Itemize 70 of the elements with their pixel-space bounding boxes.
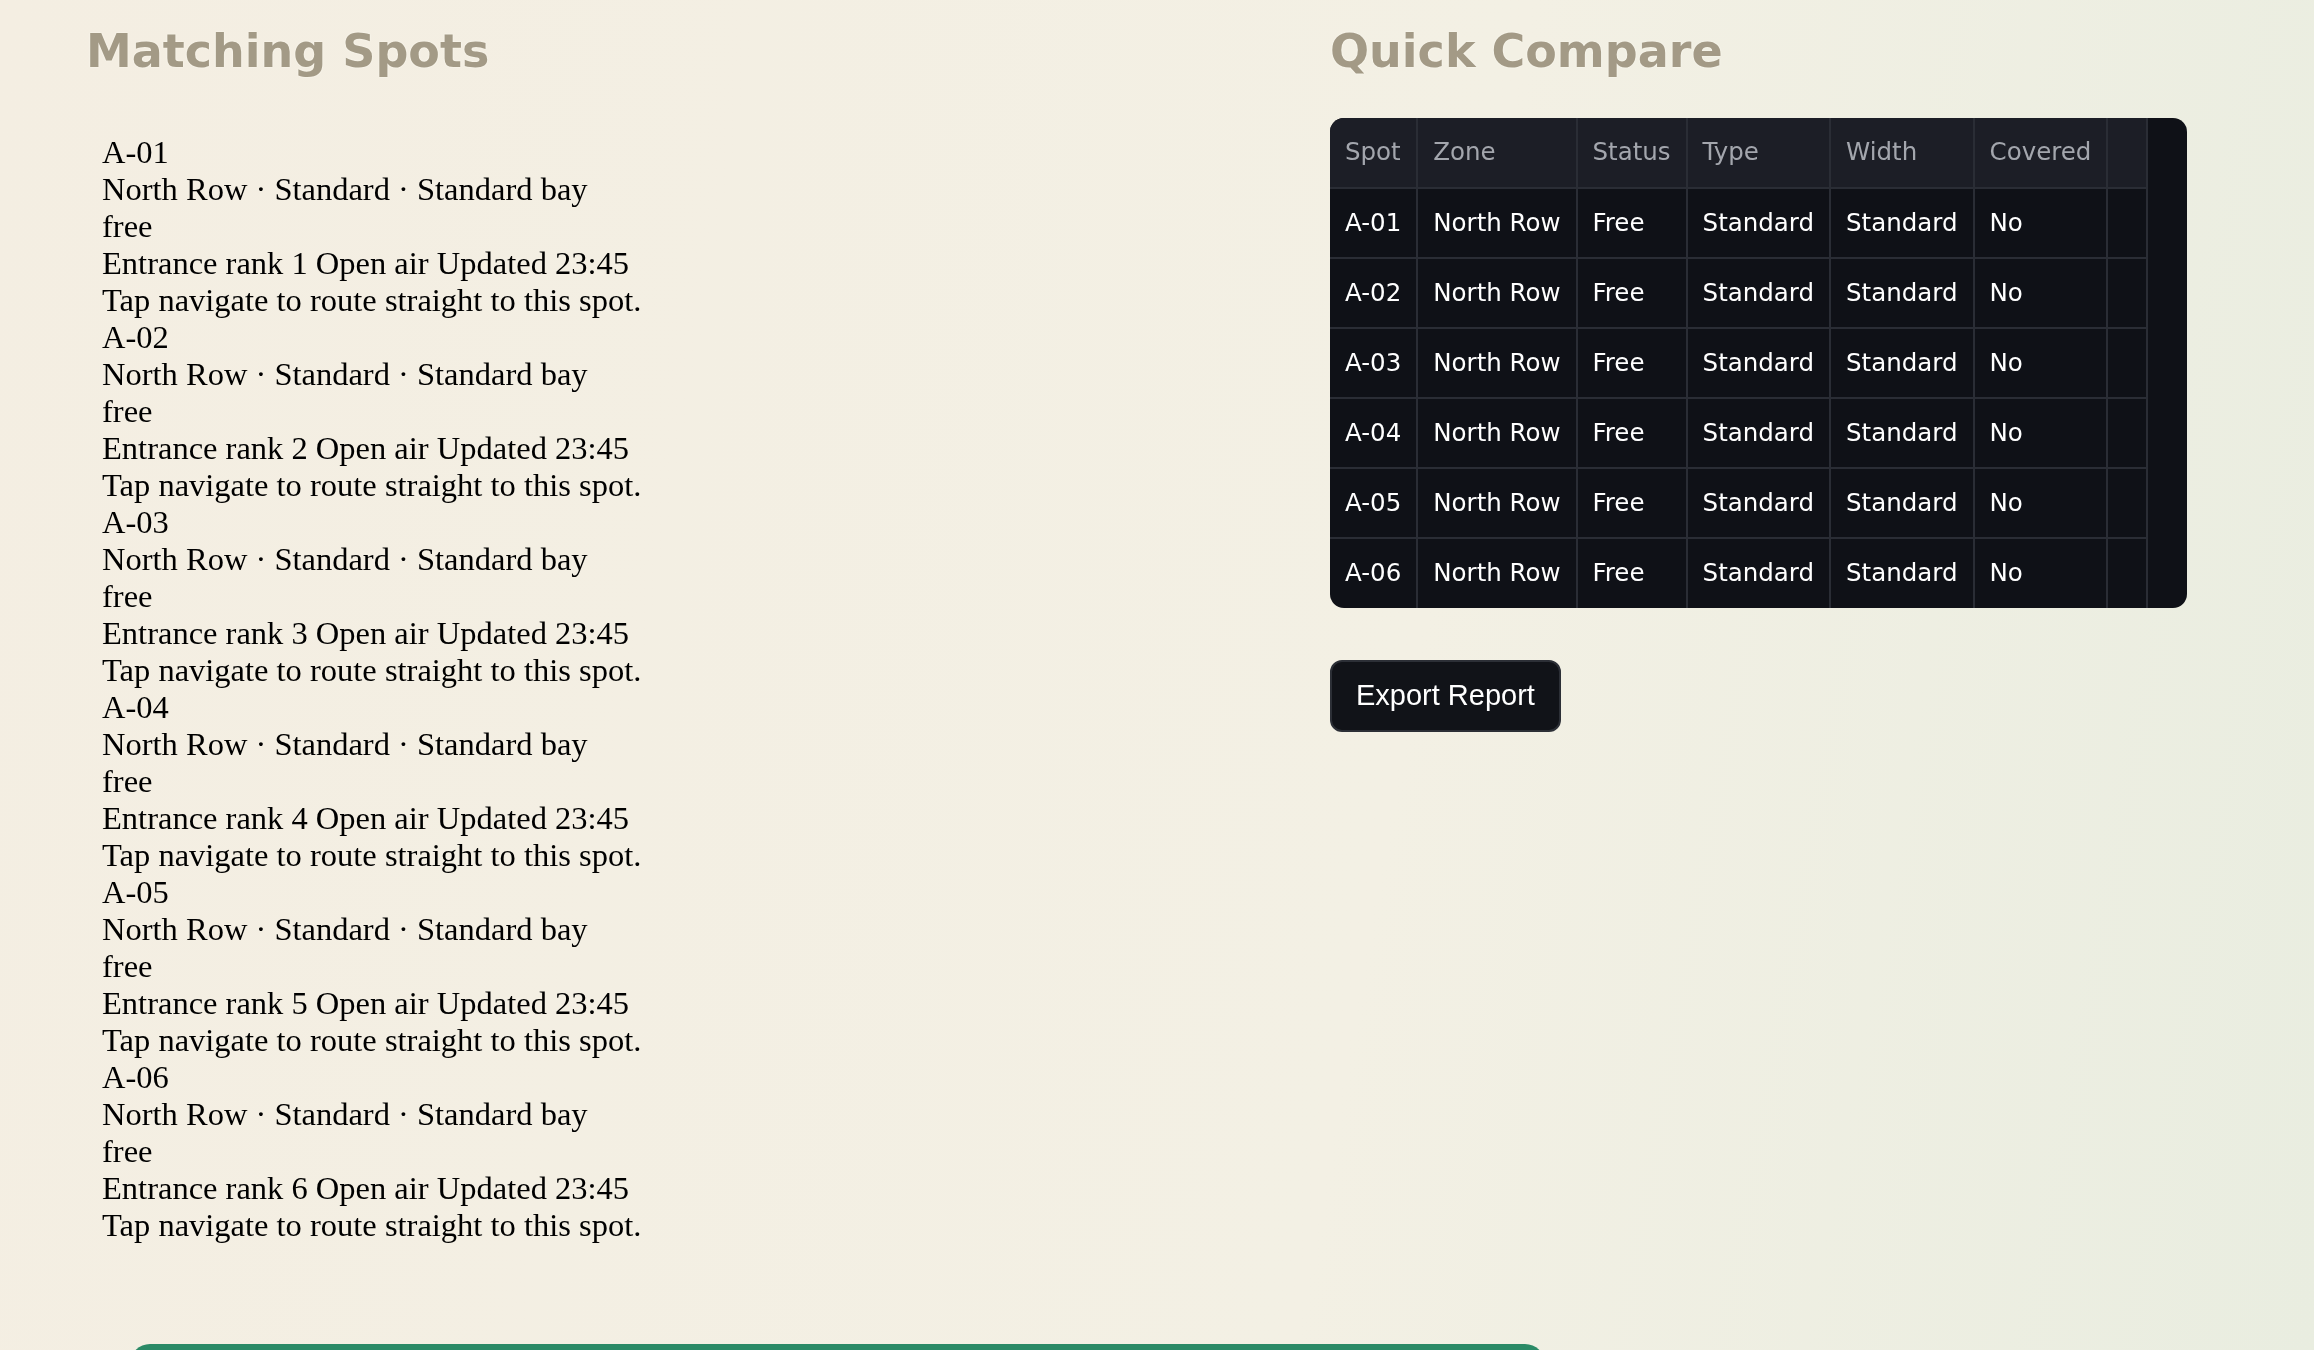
spot-details: North Row · Standard · Standard bay (102, 171, 588, 208)
section-title: Quick Compare (1330, 23, 1724, 80)
table-cell: A-06 (1330, 538, 1418, 608)
table-cell: No (1973, 188, 2108, 258)
table-cell: A-05 (1330, 468, 1418, 538)
table-cell: Standard (1830, 398, 1974, 468)
spot-id: A-04 (102, 689, 169, 726)
spot-details: North Row · Standard · Standard bay (102, 1096, 588, 1133)
table-cell: No (1973, 468, 2108, 538)
table-cell: North Row (1417, 328, 1577, 398)
table-cell: Standard (1686, 328, 1831, 398)
column-header: Width (1830, 118, 1974, 188)
spot-id: A-06 (102, 1059, 169, 1096)
spot-status: free (102, 578, 153, 615)
column-header: Zone (1417, 118, 1577, 188)
spot-id: A-05 (102, 874, 169, 911)
table-cell: No (1973, 398, 2108, 468)
table-cell: Free (1576, 398, 1687, 468)
table-cell: Standard (1686, 258, 1831, 328)
table-cell: Free (1576, 258, 1687, 328)
table-cell: Free (1576, 188, 1687, 258)
table-cell: North Row (1417, 258, 1577, 328)
spot-hint: Tap navigate to route straight to this spot. (102, 282, 642, 319)
spot-status: free (102, 208, 153, 245)
table-cell: Free (1576, 328, 1687, 398)
export-report-button[interactable]: Export Report (1330, 660, 1561, 732)
table-cell: A-01 (1330, 188, 1418, 258)
spot-hint: Tap navigate to route straight to this spot. (102, 1022, 642, 1059)
spot-id: A-01 (102, 134, 169, 171)
table-cell: Free (1576, 468, 1687, 538)
spot-details: North Row · Standard · Standard bay (102, 911, 588, 948)
spot-status: free (102, 948, 153, 985)
column-header: Status (1576, 118, 1687, 188)
table-cell: No (1973, 258, 2108, 328)
table-cell: North Row (1417, 188, 1577, 258)
spot-id: A-03 (102, 504, 169, 541)
table-cell: A-04 (1330, 398, 1418, 468)
table-cell: A-03 (1330, 328, 1418, 398)
spot-info: Entrance rank 1 Open air Updated 23:45 (102, 245, 630, 282)
column-header: Covered (1973, 118, 2108, 188)
table-cell: Standard (1830, 188, 1974, 258)
table-cell: Standard (1830, 468, 1974, 538)
table-cell: Standard (1686, 188, 1831, 258)
section-title: Matching Spots (86, 23, 491, 80)
table-cell: Standard (1830, 328, 1974, 398)
spot-status: free (102, 763, 153, 800)
table-cell: Standard (1686, 468, 1831, 538)
table-cell: A-02 (1330, 258, 1418, 328)
spot-info: Entrance rank 4 Open air Updated 23:45 (102, 800, 630, 837)
table-cell: Standard (1830, 258, 1974, 328)
column-header: Type (1686, 118, 1831, 188)
table-cell: No (1973, 328, 2108, 398)
spot-status: free (102, 1133, 153, 1170)
spot-hint: Tap navigate to route straight to this spot. (102, 837, 642, 874)
spot-details: North Row · Standard · Standard bay (102, 541, 588, 578)
spot-info: Entrance rank 2 Open air Updated 23:45 (102, 430, 630, 467)
table-cell: North Row (1417, 468, 1577, 538)
spot-details: North Row · Standard · Standard bay (102, 356, 588, 393)
spot-status: free (102, 393, 153, 430)
spot-hint: Tap navigate to route straight to this spot. (102, 467, 642, 504)
spot-hint: Tap navigate to route straight to this spot. (102, 1207, 642, 1244)
spot-info: Entrance rank 3 Open air Updated 23:45 (102, 615, 630, 652)
spot-info: Entrance rank 6 Open air Updated 23:45 (102, 1170, 630, 1207)
spot-details: North Row · Standard · Standard bay (102, 726, 588, 763)
column-header: Spot (1330, 118, 1418, 188)
spot-id: A-02 (102, 319, 169, 356)
table-cell: Standard (1686, 398, 1831, 468)
spot-hint: Tap navigate to route straight to this spot. (102, 652, 642, 689)
table-cell: North Row (1417, 398, 1577, 468)
spot-info: Entrance rank 5 Open air Updated 23:45 (102, 985, 630, 1022)
